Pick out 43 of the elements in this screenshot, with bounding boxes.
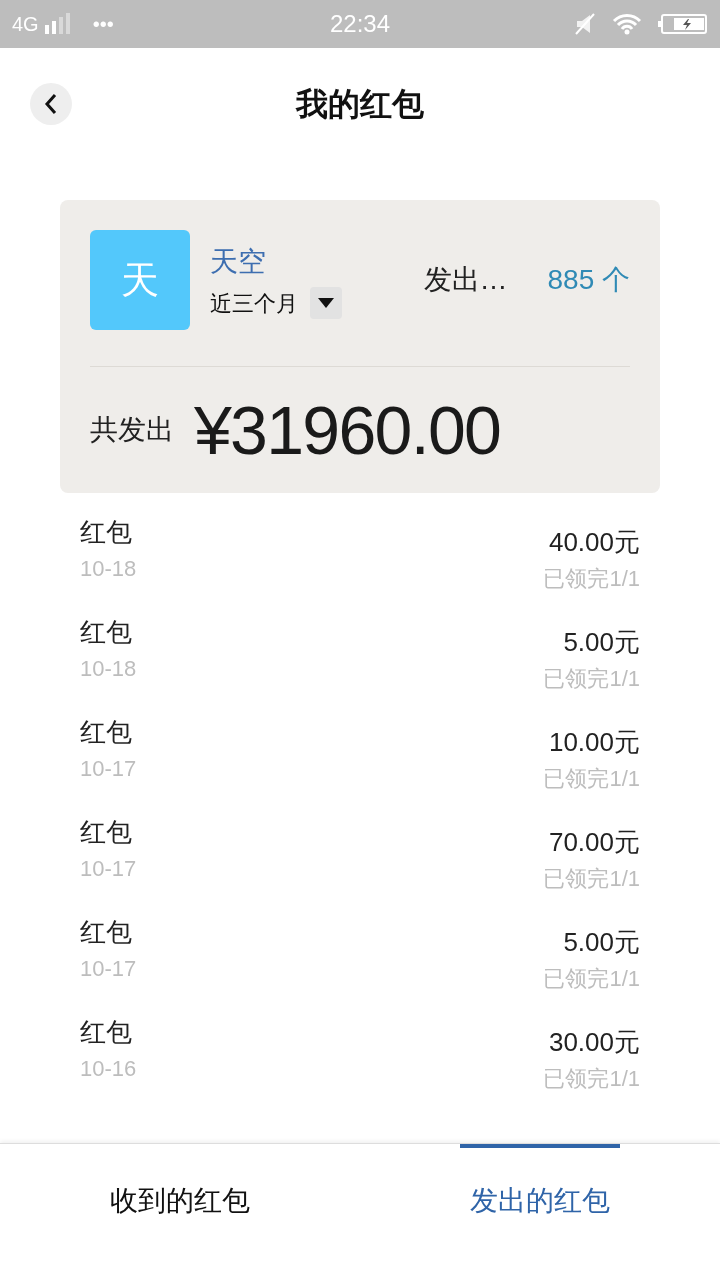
record-title: 红包: [80, 1016, 133, 1049]
sent-label: 发出…: [423, 263, 508, 297]
more-dots: •••: [92, 12, 114, 37]
tab[interactable]: 发出的红包: [460, 1144, 620, 1254]
record-status: 已领完1/1: [543, 1065, 640, 1093]
back-button[interactable]: [30, 83, 72, 125]
total-amount: ¥31960.00: [194, 391, 501, 470]
record-amount: 5.00元: [563, 626, 640, 659]
record-title: 红包: [80, 716, 133, 749]
record-date: 10-16: [80, 1055, 137, 1083]
record-status: 已领完1/1: [543, 665, 640, 693]
record-date: 10-18: [80, 555, 137, 583]
clock: 22:34: [329, 9, 391, 39]
record-status: 已领完1/1: [543, 965, 640, 993]
record-amount: 10.00元: [548, 726, 640, 759]
record-date: 10-17: [80, 755, 137, 783]
record-date: 10-18: [80, 655, 137, 683]
period-dropdown[interactable]: 近三个月: [210, 286, 342, 320]
back-icon: [44, 93, 58, 115]
record-status: 已领完1/1: [543, 865, 640, 893]
avatar: 天: [90, 230, 190, 330]
record-date: 10-17: [80, 855, 137, 883]
battery-icon: [658, 13, 708, 35]
sent-count: 885 个: [547, 263, 630, 297]
record-status: 已领完1/1: [543, 765, 640, 793]
record-title: 红包: [80, 516, 133, 549]
record-title: 红包: [80, 916, 133, 949]
record-title: 红包: [80, 616, 133, 649]
wifi-icon: [612, 13, 642, 35]
network-label: 4G: [12, 12, 39, 37]
mute-icon: [574, 13, 596, 35]
record-amount: 5.00元: [563, 926, 640, 959]
total-label: 共发出: [90, 413, 174, 447]
record-amount: 70.00元: [548, 826, 640, 859]
tab[interactable]: 收到的红包: [100, 1144, 260, 1254]
record-status: 已领完1/1: [543, 565, 640, 593]
record-amount: 30.00元: [548, 1026, 640, 1059]
record-date: 10-17: [80, 955, 137, 983]
record-amount: 40.00元: [548, 526, 640, 559]
page-title: 我的红包: [296, 85, 424, 124]
caret-icon: [318, 298, 334, 308]
user-name: 天空: [210, 244, 267, 279]
record-title: 红包: [80, 816, 133, 849]
